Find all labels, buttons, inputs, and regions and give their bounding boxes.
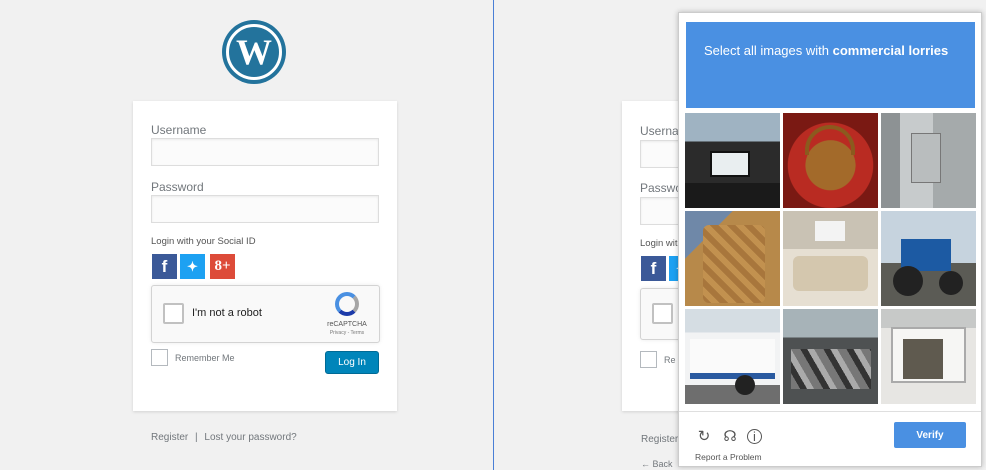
- remember-checkbox-partial[interactable]: [640, 351, 657, 368]
- back-link-partial[interactable]: ← Back: [641, 459, 673, 469]
- password-input-partial[interactable]: [640, 197, 682, 225]
- username-label: Username: [151, 123, 207, 137]
- recaptcha-label: I'm not a robot: [192, 307, 262, 319]
- audio-icon[interactable]: ☊: [721, 427, 739, 445]
- challenge-tile[interactable]: [881, 113, 976, 208]
- recaptcha-privacy-terms[interactable]: Privacy - Terms: [323, 330, 371, 336]
- recaptcha-checkbox-partial[interactable]: [652, 303, 673, 324]
- remember-me-label: Remember Me: [175, 353, 235, 363]
- challenge-tile[interactable]: [685, 309, 780, 404]
- link-separator: |: [195, 432, 198, 443]
- password-label-partial: Passwo: [640, 181, 682, 195]
- challenge-tile[interactable]: [685, 211, 780, 306]
- facebook-button-partial[interactable]: f: [641, 256, 666, 281]
- register-link-partial[interactable]: Register: [641, 434, 678, 445]
- recaptcha-challenge: Select all images with commercial lorrie…: [678, 12, 982, 467]
- register-link[interactable]: Register: [151, 432, 188, 443]
- screen: W Username Password Login with your Soci…: [0, 0, 986, 470]
- username-input-partial[interactable]: [640, 140, 682, 168]
- login-form: Username Password Login with your Social…: [133, 101, 397, 411]
- recaptcha-branding: reCAPTCHA Privacy - Terms: [323, 292, 371, 336]
- reload-icon[interactable]: ↻: [695, 427, 713, 445]
- verify-button[interactable]: Verify: [894, 422, 966, 448]
- remember-label-partial: Re: [664, 355, 676, 365]
- challenge-tile[interactable]: [881, 309, 976, 404]
- google-plus-icon: 8+: [214, 258, 231, 274]
- login-form-covered: Usernar Passwo Login wit f ✦ Re: [622, 101, 682, 411]
- remember-me-checkbox[interactable]: [151, 349, 168, 366]
- wordpress-logo[interactable]: W: [222, 20, 286, 84]
- twitter-icon: ✦: [187, 258, 198, 274]
- challenge-tile[interactable]: [783, 211, 878, 306]
- lost-password-link[interactable]: Lost your password?: [204, 432, 296, 443]
- facebook-icon: f: [161, 256, 168, 276]
- password-input[interactable]: [151, 195, 379, 223]
- google-plus-login-button[interactable]: 8+: [210, 254, 235, 279]
- report-problem-link[interactable]: Report a Problem: [695, 452, 762, 462]
- challenge-target: commercial lorries: [832, 43, 949, 58]
- recaptcha-icon: [335, 292, 359, 316]
- social-title-partial: Login wit: [640, 238, 678, 249]
- recaptcha-widget: I'm not a robot reCAPTCHA Privacy - Term…: [151, 285, 380, 343]
- divider: [493, 0, 494, 470]
- recaptcha-widget-partial: [640, 288, 682, 340]
- challenge-tile[interactable]: [881, 211, 976, 306]
- facebook-login-button[interactable]: f: [152, 254, 177, 279]
- challenge-image-grid: [685, 113, 976, 405]
- challenge-tile[interactable]: [783, 113, 878, 208]
- challenge-footer: ↻ ☊ i Report a Problem Verify: [679, 411, 981, 467]
- social-login-title: Login with your Social ID: [151, 236, 256, 247]
- challenge-tile[interactable]: [783, 309, 878, 404]
- login-footer-links: Register | Lost your password?: [151, 432, 297, 443]
- facebook-icon: f: [650, 258, 657, 278]
- challenge-tile[interactable]: [685, 113, 780, 208]
- challenge-prompt: Select all images with commercial lorrie…: [686, 22, 975, 108]
- log-in-button[interactable]: Log In: [325, 351, 379, 374]
- username-label-partial: Usernar: [640, 124, 682, 138]
- password-label: Password: [151, 180, 204, 194]
- twitter-login-button[interactable]: ✦: [180, 254, 205, 279]
- username-input[interactable]: [151, 138, 379, 166]
- recaptcha-checkbox[interactable]: [163, 303, 184, 324]
- info-icon[interactable]: i: [747, 429, 762, 444]
